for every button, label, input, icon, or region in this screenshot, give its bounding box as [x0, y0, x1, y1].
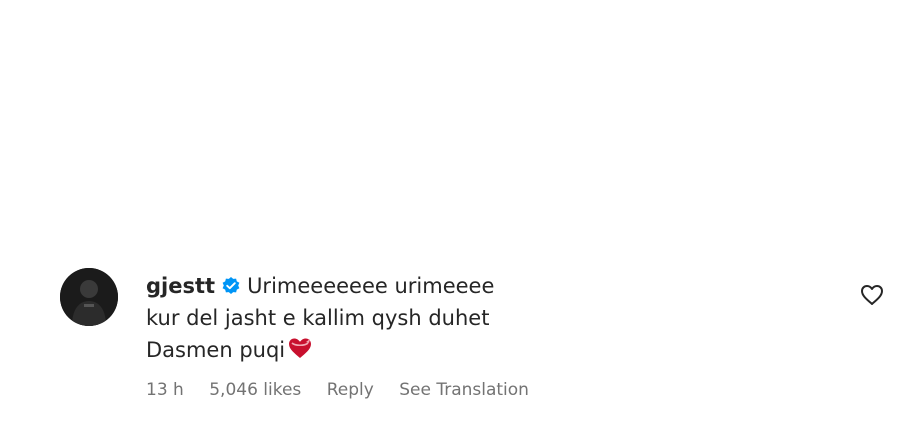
comment-line-3: Dasmen puqi — [146, 336, 313, 366]
comment-time: 13 h — [146, 380, 184, 400]
comment-item: gjestt Urimeeeeeee urimeeee kur del jasht… — [0, 0, 900, 426]
avatar[interactable] — [60, 268, 118, 326]
reply-button[interactable]: Reply — [327, 380, 374, 400]
avatar-image — [60, 268, 118, 326]
comment-text-line-2: kur del jasht e kallim qysh duhet — [146, 306, 490, 330]
username[interactable]: gjestt — [146, 274, 215, 298]
heart-outline-icon[interactable] — [860, 284, 884, 306]
see-translation-button[interactable]: See Translation — [399, 380, 529, 400]
comment-text-line-3: Dasmen puqi — [146, 338, 286, 362]
heart-ribbon-emoji-icon — [287, 337, 313, 366]
comment-line-2: kur del jasht e kallim qysh duhet — [146, 304, 489, 332]
comment-meta: 13 h 5,046 likes Reply See Translation — [146, 378, 549, 402]
verified-badge-icon — [221, 275, 241, 303]
comment-text-line-1: Urimeeeeeee urimeeee — [247, 274, 495, 298]
likes-count[interactable]: 5,046 likes — [209, 380, 301, 400]
comment-line-1: gjestt Urimeeeeeee urimeeee — [146, 272, 494, 303]
